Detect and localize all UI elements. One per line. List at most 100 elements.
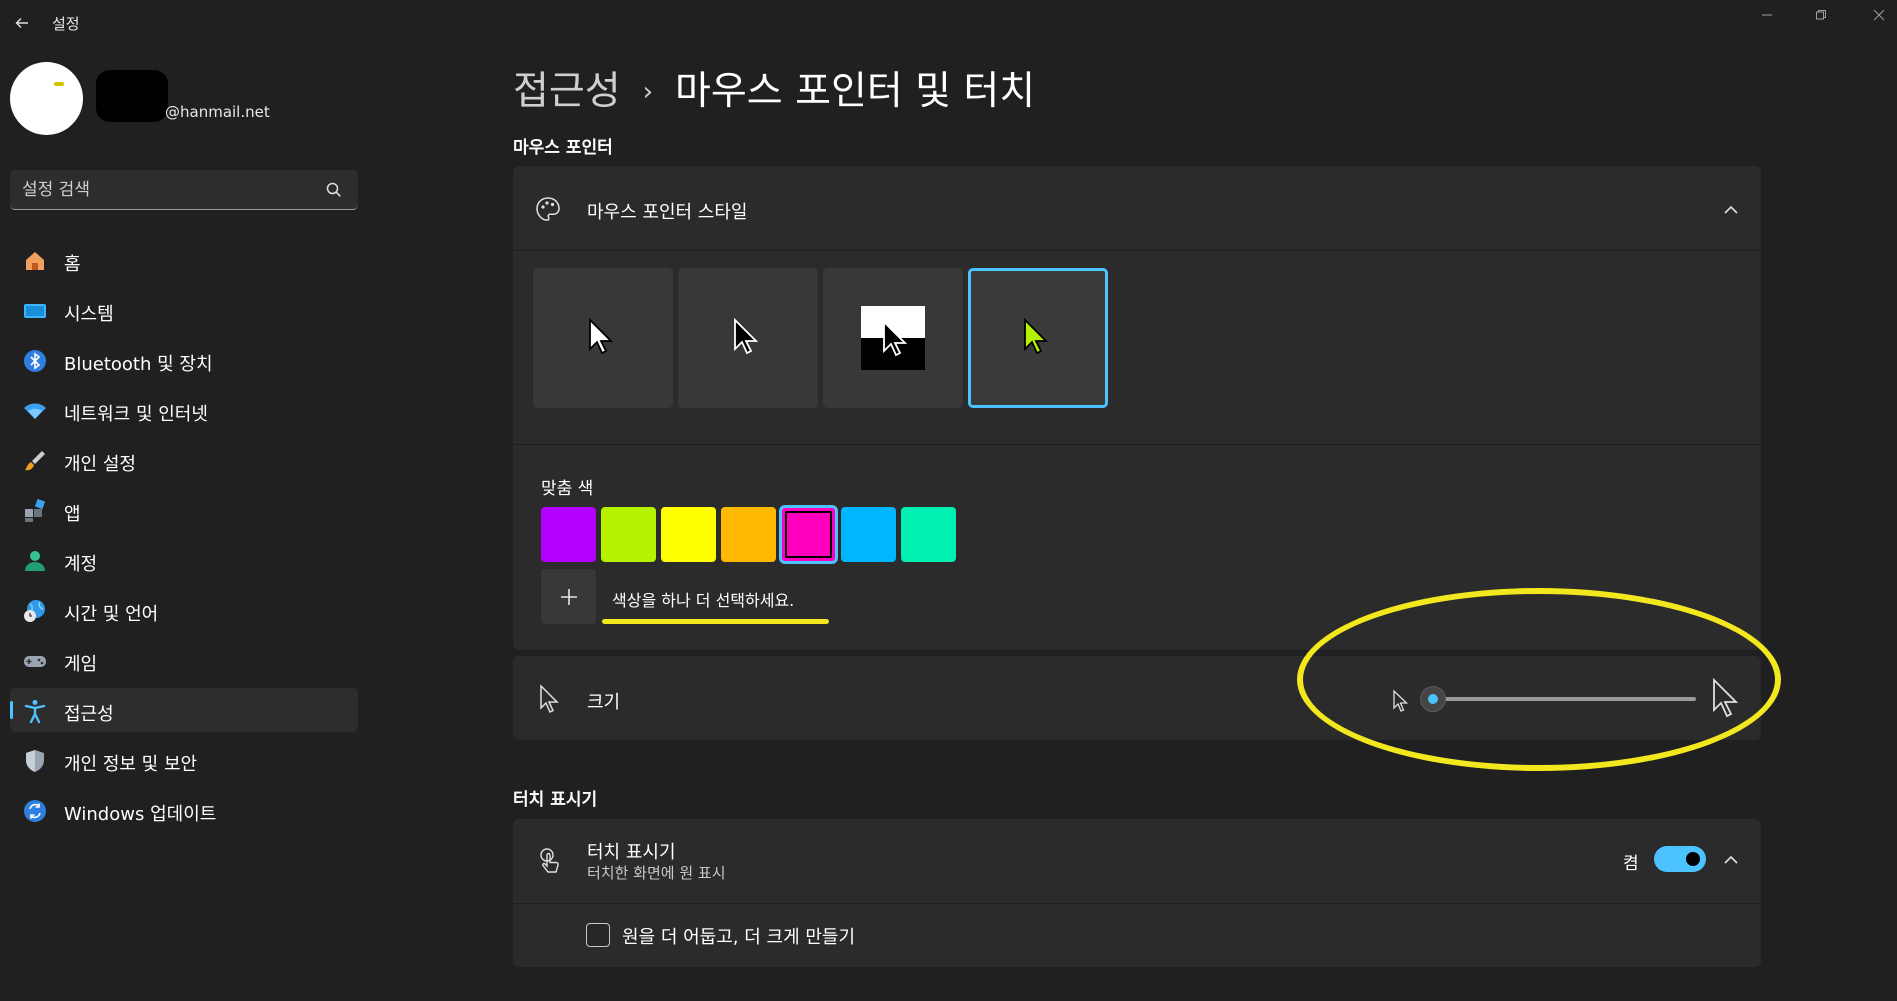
sidebar-item-accessibility[interactable]: 접근성: [10, 688, 358, 732]
sidebar-item-home[interactable]: 홈: [10, 238, 358, 282]
breadcrumb-separator: ›: [642, 77, 654, 107]
bluetooth-icon: [24, 350, 46, 372]
close-button[interactable]: [1856, 2, 1897, 28]
avatar-mark: [54, 82, 64, 86]
update-icon: [24, 800, 46, 822]
add-color-button[interactable]: [541, 569, 596, 624]
sidebar-item-accounts[interactable]: 계정: [10, 538, 358, 582]
color-swatch-aqua[interactable]: [901, 507, 956, 562]
toggle-knob: [1686, 852, 1700, 866]
pointer-size-icon: [540, 684, 559, 714]
plus-icon: [560, 588, 577, 605]
inverted-cursor-icon: [883, 320, 908, 357]
custom-color-label: 맞춤 색: [541, 479, 594, 499]
color-swatch-sky-blue[interactable]: [841, 507, 896, 562]
divider: [513, 903, 1761, 904]
pointer-size-label: 크기: [587, 692, 621, 713]
avatar[interactable]: [10, 62, 83, 135]
system-icon: [24, 304, 46, 318]
section-title-mouse-pointer: 마우스 포인터: [513, 138, 613, 158]
collapse-touch-indicator-button[interactable]: [1718, 847, 1744, 873]
brush-icon: [25, 451, 45, 471]
account-email: @hanmail.net: [165, 103, 270, 121]
sidebar-item-label: 게임: [64, 654, 98, 675]
color-swatch-purple[interactable]: [541, 507, 596, 562]
app-title: 설정: [52, 15, 80, 33]
home-icon: [26, 252, 44, 270]
search-input[interactable]: [22, 178, 312, 202]
selected-swatch-ring: [785, 511, 832, 558]
minimize-icon: [1762, 14, 1772, 16]
pointer-style-custom[interactable]: [968, 268, 1108, 408]
touch-icon: [540, 848, 559, 873]
sidebar-item-label: Windows 업데이트: [64, 804, 217, 825]
chevron-up-icon: [1724, 855, 1738, 864]
sidebar-item-label: 계정: [64, 554, 98, 575]
pointer-style-card: [513, 166, 1761, 650]
sidebar-item-label: 개인 정보 및 보안: [64, 754, 198, 775]
sidebar-item-apps[interactable]: 앱: [10, 488, 358, 532]
pointer-style-black[interactable]: [678, 268, 818, 408]
search-box[interactable]: [10, 170, 358, 210]
sidebar-item-network[interactable]: 네트워크 및 인터넷: [10, 388, 358, 432]
sidebar-nav: 홈 시스템 Bluetooth 및 장치 네트워크 및 인터넷 개인 설정 앱 …: [10, 238, 358, 838]
sidebar-item-label: 시간 및 언어: [64, 604, 159, 625]
sidebar-item-bluetooth[interactable]: Bluetooth 및 장치: [10, 338, 358, 382]
palette-icon: [536, 197, 560, 221]
sidebar-item-windows-update[interactable]: Windows 업데이트: [10, 788, 358, 832]
annotation-ellipse: [1297, 588, 1781, 771]
sidebar-item-system[interactable]: 시스템: [10, 288, 358, 332]
gamepad-icon: [24, 656, 46, 667]
sidebar-item-gaming[interactable]: 게임: [10, 638, 358, 682]
divider: [513, 250, 1761, 251]
divider: [513, 444, 1761, 445]
breadcrumb: 접근성 › 마우스 포인터 및 터치: [513, 60, 1035, 116]
breadcrumb-parent[interactable]: 접근성: [513, 69, 621, 114]
search-icon[interactable]: [324, 180, 344, 200]
apps-icon: [25, 498, 46, 522]
globe-clock-icon: [24, 600, 45, 622]
color-swatch-magenta[interactable]: [779, 505, 838, 564]
touch-indicator-title: 터치 표시기: [587, 842, 676, 863]
sidebar-item-label: 접근성: [64, 704, 114, 725]
title-bar: 설정: [0, 0, 1897, 44]
pointer-style-white[interactable]: [533, 268, 673, 408]
accessibility-icon: [24, 700, 46, 724]
sidebar-item-label: 네트워크 및 인터넷: [64, 404, 208, 425]
back-arrow-icon: [15, 18, 28, 28]
back-button[interactable]: [8, 10, 36, 36]
darker-larger-circle-checkbox[interactable]: [586, 923, 610, 947]
annotation-underline: [602, 619, 829, 624]
pointer-style-inverted[interactable]: [823, 268, 963, 408]
color-swatch-yellow[interactable]: [661, 507, 716, 562]
sidebar-item-label: 시스템: [64, 304, 114, 325]
restore-icon: [1816, 10, 1826, 20]
white-cursor-icon: [589, 318, 614, 355]
darker-larger-circle-label[interactable]: 원을 더 어둡고, 더 크게 만들기: [622, 923, 855, 949]
add-color-label[interactable]: 색상을 하나 더 선택하세요.: [612, 587, 794, 611]
close-icon: [1873, 9, 1885, 21]
color-swatch-orange[interactable]: [721, 507, 776, 562]
sidebar-item-label: 앱: [64, 504, 81, 525]
sidebar-item-time-language[interactable]: 시간 및 언어: [10, 588, 358, 632]
page-title: 마우스 포인터 및 터치: [675, 69, 1036, 114]
touch-indicator-toggle[interactable]: [1654, 846, 1706, 872]
sidebar-item-label: 개인 설정: [64, 454, 136, 475]
color-swatch-lime[interactable]: [601, 507, 656, 562]
toggle-state-label: 켬: [1623, 854, 1639, 874]
custom-color-cursor-icon: [1024, 318, 1049, 355]
touch-indicator-subtitle: 터치한 화면에 원 표시: [587, 864, 726, 882]
section-title-touch-indicator: 터치 표시기: [513, 790, 598, 810]
sidebar-item-privacy-security[interactable]: 개인 정보 및 보안: [10, 738, 358, 782]
minimize-button[interactable]: [1744, 2, 1790, 28]
restore-button[interactable]: [1798, 2, 1844, 28]
account-icon: [25, 551, 45, 571]
sidebar-item-personalization[interactable]: 개인 설정: [10, 438, 358, 482]
shield-icon: [26, 750, 44, 772]
settings-window: 설정 @hanmail.net 홈 시스템 Bluetooth 및 장치: [0, 0, 1897, 1001]
redacted-name: [96, 70, 168, 122]
chevron-up-icon: [1724, 205, 1738, 214]
sidebar-item-label: 홈: [64, 254, 81, 275]
sidebar-item-label: Bluetooth 및 장치: [64, 354, 213, 375]
collapse-pointer-style-button[interactable]: [1718, 197, 1744, 223]
